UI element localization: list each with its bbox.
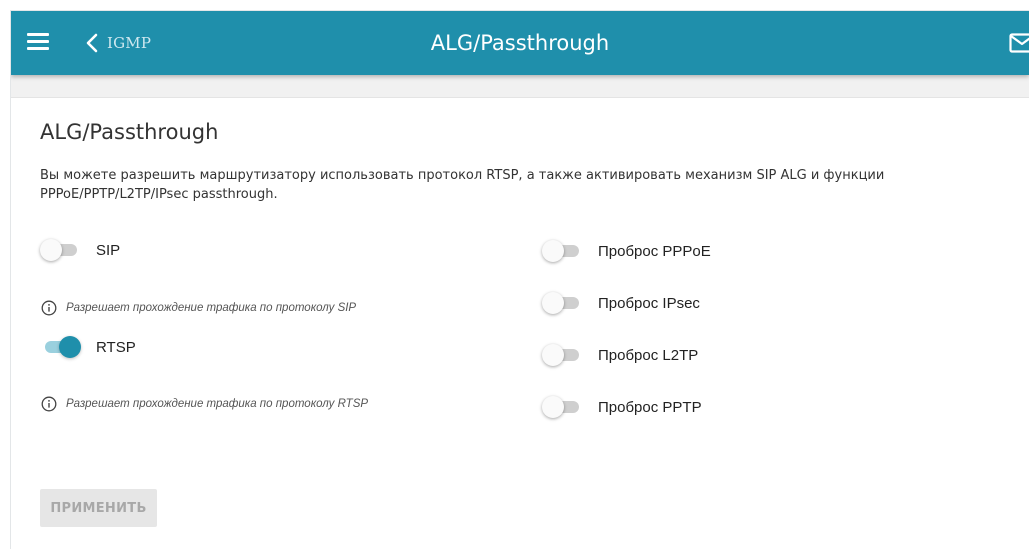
rtsp-toggle[interactable] xyxy=(40,336,81,358)
top-header: IGMP ALG/Passthrough xyxy=(11,11,1029,75)
pppoe-passthrough-toggle[interactable] xyxy=(542,240,582,262)
toggle-knob xyxy=(542,292,564,314)
toggle-row-l2tp[interactable]: Проброс L2TP xyxy=(542,344,698,366)
rtsp-hint-text: Разрешает прохождение трафика по протоко… xyxy=(66,398,369,410)
toggle-knob xyxy=(542,396,564,418)
sub-header-bar xyxy=(11,75,1029,98)
chevron-left-icon xyxy=(86,33,98,53)
sip-toggle[interactable] xyxy=(40,239,80,261)
toggle-knob xyxy=(542,344,564,366)
app-window: IGMP ALG/Passthrough ALG/Passthrough Вы … xyxy=(10,10,1029,549)
pptp-passthrough-toggle[interactable] xyxy=(542,396,582,418)
toggle-knob xyxy=(542,240,564,262)
l2tp-passthrough-label: Проброс L2TP xyxy=(598,346,699,364)
ipsec-passthrough-label: Проброс IPsec xyxy=(598,294,700,312)
rtsp-toggle-label: RTSP xyxy=(96,338,136,356)
page-title: ALG/Passthrough xyxy=(40,120,219,144)
main-content: ALG/Passthrough Вы можете разрешить марш… xyxy=(11,98,1029,549)
back-link-label: IGMP xyxy=(107,34,152,52)
sip-hint: Разрешает прохождение трафика по протоко… xyxy=(41,300,356,316)
mail-icon[interactable] xyxy=(1009,33,1029,53)
toggle-knob xyxy=(40,239,62,261)
info-icon xyxy=(41,300,57,316)
pppoe-passthrough-label: Проброс PPPoE xyxy=(598,242,711,260)
viewport: IGMP ALG/Passthrough ALG/Passthrough Вы … xyxy=(0,0,1029,549)
back-link[interactable]: IGMP xyxy=(83,11,151,75)
page-description: Вы можете разрешить маршрутизатору испол… xyxy=(40,168,885,202)
sip-toggle-label: SIP xyxy=(96,241,121,259)
header-title: ALG/Passthrough xyxy=(430,31,610,55)
l2tp-passthrough-toggle[interactable] xyxy=(542,344,582,366)
pptp-passthrough-label: Проброс PPTP xyxy=(598,398,702,416)
hamburger-menu-icon[interactable] xyxy=(27,33,49,51)
toggle-row-pppoe[interactable]: Проброс PPPoE xyxy=(542,240,711,262)
toggle-row-ipsec[interactable]: Проброс IPsec xyxy=(542,292,700,314)
apply-button[interactable]: ПРИМЕНИТЬ xyxy=(40,489,157,527)
ipsec-passthrough-toggle[interactable] xyxy=(542,292,582,314)
info-icon xyxy=(41,396,57,412)
toggle-knob xyxy=(59,336,81,358)
rtsp-hint: Разрешает прохождение трафика по протоко… xyxy=(41,396,368,412)
toggle-row-sip[interactable]: SIP xyxy=(40,239,120,261)
toggle-row-pptp[interactable]: Проброс PPTP xyxy=(542,396,702,418)
toggle-row-rtsp[interactable]: RTSP xyxy=(40,336,136,358)
sip-hint-text: Разрешает прохождение трафика по протоко… xyxy=(66,302,357,314)
